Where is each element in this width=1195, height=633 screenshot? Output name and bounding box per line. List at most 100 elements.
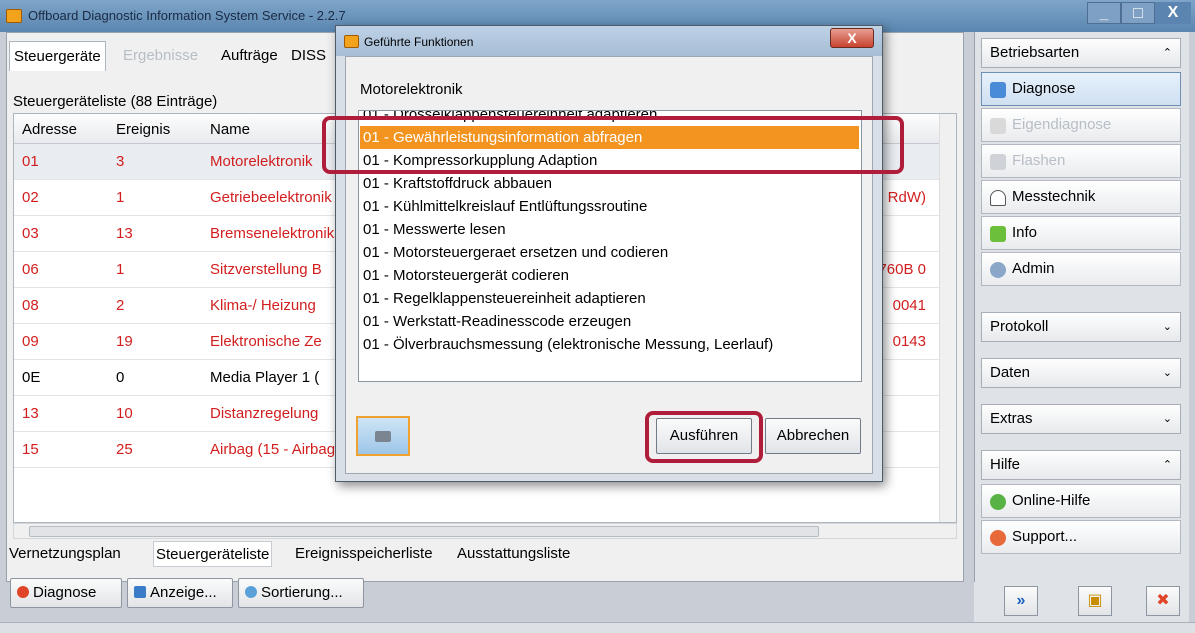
list-item[interactable]: 01 - Kraftstoffdruck abbauen xyxy=(363,172,859,195)
column-header-ereignis[interactable]: Ereignis xyxy=(116,121,170,138)
cell-events: 2 xyxy=(116,297,125,314)
camera-icon xyxy=(375,431,391,442)
ecu-list-title: Steuergeräteliste (88 Einträge) xyxy=(13,93,218,110)
minimize-button[interactable]: _ xyxy=(1087,2,1121,24)
cell-name: Klima-/ Heizung xyxy=(210,297,316,314)
sidebar-item-flashen[interactable]: Flashen xyxy=(981,144,1181,178)
highlight-execute-button xyxy=(645,411,763,463)
view-tab-steuergeraeteliste[interactable]: Steuergeräteliste xyxy=(153,541,273,567)
sidebar-item-label: Info xyxy=(1012,224,1038,241)
window-title: Offboard Diagnostic Information System S… xyxy=(28,8,346,23)
cell-address: 0E xyxy=(22,369,41,386)
section-protokoll[interactable]: Protokoll ⌄ xyxy=(981,312,1181,342)
close-window-button[interactable]: X xyxy=(1155,2,1191,24)
tab-ergebnisse[interactable]: Ergebnisse xyxy=(119,41,202,71)
list-item[interactable]: 01 - Kühlmittelkreislauf Entlüftungssrou… xyxy=(363,195,859,218)
right-sidebar: Betriebsarten ⌃ Diagnose Eigendiagnose Fl… xyxy=(974,32,1189,582)
sort-icon xyxy=(245,586,257,598)
cell-name: Elektronische Ze xyxy=(210,333,322,350)
column-header-name[interactable]: Name xyxy=(210,121,250,138)
column-header-adresse[interactable]: Adresse xyxy=(22,121,77,138)
view-tab-ereignisspeicherliste[interactable]: Ereignisspeicherliste xyxy=(293,541,435,567)
sidebar-item-diagnose[interactable]: Diagnose xyxy=(981,72,1181,106)
cell-address: 09 xyxy=(22,333,39,350)
guided-functions-dialog: Geführte Funktionen X Motorelektronik 01… xyxy=(335,25,883,482)
list-item[interactable]: 01 - Werkstatt-Readinesscode erzeugen xyxy=(363,310,859,333)
anzeige-button-label: Anzeige... xyxy=(150,584,217,601)
exit-icon[interactable]: ✖ xyxy=(1146,586,1180,616)
messtechnik-icon xyxy=(990,190,1006,206)
sidebar-item-messtechnik[interactable]: Messtechnik xyxy=(981,180,1181,214)
view-tab-vernetzungsplan[interactable]: Vernetzungsplan xyxy=(7,541,123,567)
list-item[interactable]: 01 - Ölverbrauchsmessung (elektronische … xyxy=(363,333,859,356)
tab-steuergeraete[interactable]: Steuergeräte xyxy=(9,41,106,71)
cell-address: 06 xyxy=(22,261,39,278)
anzeige-button[interactable]: Anzeige... xyxy=(127,578,233,608)
cell-name: Distanzregelung xyxy=(210,405,319,422)
app-logo-icon xyxy=(6,9,22,23)
list-item[interactable]: 01 - Messwerte lesen xyxy=(363,218,859,241)
view-tab-ausstattungsliste[interactable]: Ausstattungsliste xyxy=(455,541,572,567)
cell-name: Media Player 1 ( xyxy=(210,369,320,386)
status-bar xyxy=(0,622,1195,633)
sidebar-item-online-hilfe[interactable]: Online-Hilfe xyxy=(981,484,1181,518)
section-protokoll-label: Protokoll xyxy=(990,318,1049,335)
flashen-icon xyxy=(990,154,1006,170)
section-betriebsarten[interactable]: Betriebsarten ⌃ xyxy=(981,38,1181,68)
cell-address: 03 xyxy=(22,225,39,242)
list-item[interactable]: 01 - Regelklappensteuereinheit adaptiere… xyxy=(363,287,859,310)
forward-icon[interactable]: » xyxy=(1004,586,1038,616)
cell-extra: RdW) xyxy=(887,189,926,206)
section-daten[interactable]: Daten ⌄ xyxy=(981,358,1181,388)
eigendiagnose-icon xyxy=(990,118,1006,134)
diagnose-button[interactable]: Diagnose xyxy=(10,578,122,608)
sidebar-item-label: Flashen xyxy=(1012,152,1066,169)
collapse-chevron-icon: ⌃ xyxy=(1162,47,1172,59)
sidebar-item-label: Eigendiagnose xyxy=(1012,116,1112,133)
tab-diss[interactable]: DISS xyxy=(287,41,330,71)
cell-events: 1 xyxy=(116,189,125,206)
admin-icon xyxy=(990,262,1006,278)
app-logo-icon xyxy=(344,35,359,48)
sidebar-bottom-toolbar: » ▣ ✖ xyxy=(974,582,1189,622)
cell-name: Bremsenelektronik xyxy=(210,225,335,242)
sortierung-button-label: Sortierung... xyxy=(261,584,343,601)
info-icon xyxy=(990,226,1006,242)
section-betriebsarten-label: Betriebsarten xyxy=(990,44,1080,61)
dialog-heading: Motorelektronik xyxy=(360,81,463,98)
cancel-button[interactable]: Abbrechen xyxy=(765,418,861,454)
display-icon xyxy=(134,586,146,598)
tab-auftraege[interactable]: Aufträge xyxy=(217,41,282,71)
diagnose-icon xyxy=(990,82,1006,98)
ecu-table-vertical-scrollbar[interactable] xyxy=(939,114,956,522)
maximize-button[interactable]: □ xyxy=(1121,2,1155,24)
sidebar-item-info[interactable]: Info xyxy=(981,216,1181,250)
section-hilfe[interactable]: Hilfe ⌃ xyxy=(981,450,1181,480)
cell-events: 19 xyxy=(116,333,133,350)
list-item[interactable]: 01 - Motorsteuergerät codieren xyxy=(363,264,859,287)
window-frame-icon[interactable]: ▣ xyxy=(1078,586,1112,616)
sidebar-item-label: Admin xyxy=(1012,260,1055,277)
list-item[interactable]: 01 - Motorsteuergeraet ersetzen und codi… xyxy=(363,241,859,264)
cell-address: 08 xyxy=(22,297,39,314)
cell-address: 15 xyxy=(22,441,39,458)
sidebar-item-admin[interactable]: Admin xyxy=(981,252,1181,286)
screenshot-button[interactable] xyxy=(356,416,410,456)
cell-events: 0 xyxy=(116,369,125,386)
expand-chevron-icon: ⌄ xyxy=(1162,413,1172,425)
section-extras[interactable]: Extras ⌄ xyxy=(981,404,1181,434)
sortierung-button[interactable]: Sortierung... xyxy=(238,578,364,608)
sidebar-item-support[interactable]: Support... xyxy=(981,520,1181,554)
section-extras-label: Extras xyxy=(990,410,1033,427)
sidebar-item-eigendiagnose[interactable]: Eigendiagnose xyxy=(981,108,1181,142)
dialog-title-bar[interactable]: Geführte Funktionen X xyxy=(336,26,882,56)
cell-address: 13 xyxy=(22,405,39,422)
cell-extra: 760B 0 xyxy=(878,261,926,278)
expand-chevron-icon: ⌄ xyxy=(1162,367,1172,379)
dialog-close-button[interactable]: X xyxy=(830,28,874,48)
scroll-thumb[interactable] xyxy=(29,526,819,537)
ecu-table-horizontal-scrollbar[interactable] xyxy=(13,523,957,539)
cell-name: Getriebeelektronik xyxy=(210,189,332,206)
diagnose-button-label: Diagnose xyxy=(33,584,97,601)
cell-events: 3 xyxy=(116,153,125,170)
